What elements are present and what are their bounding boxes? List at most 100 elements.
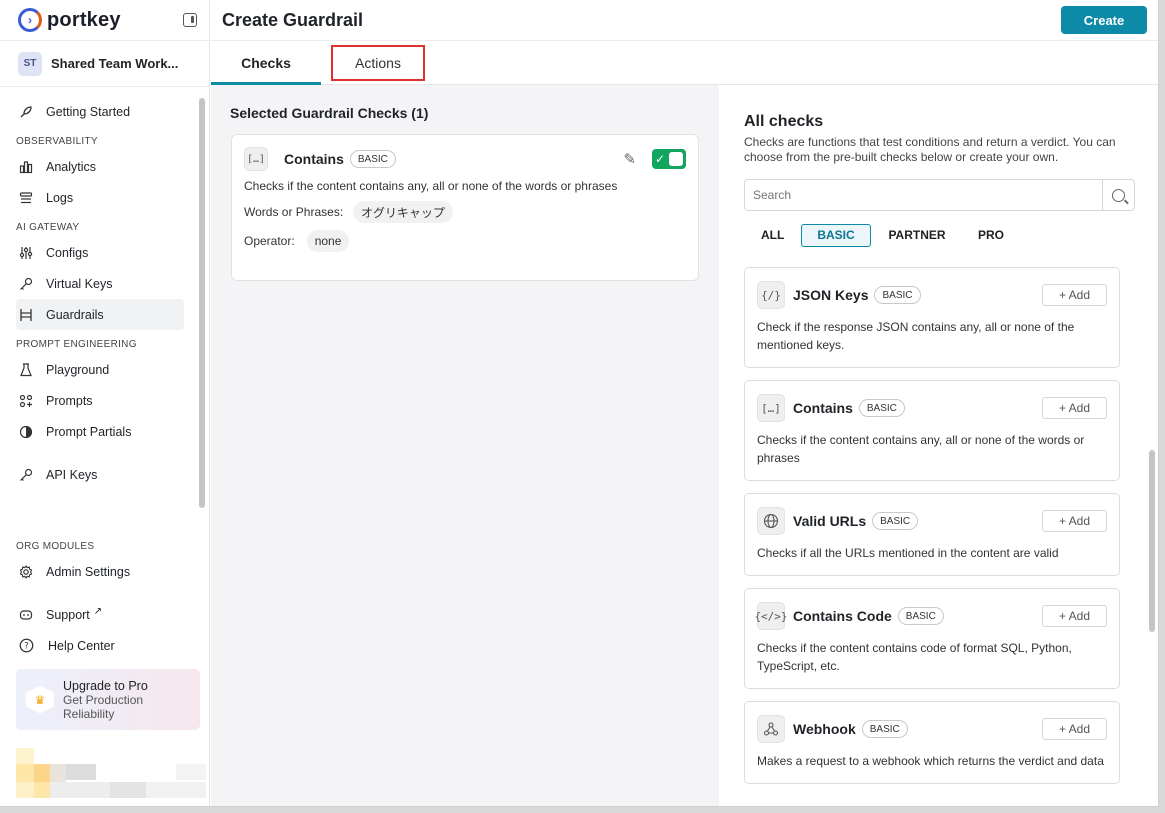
selected-checks-title: Selected Guardrail Checks (1)	[230, 105, 429, 121]
redacted-user-area	[16, 748, 206, 800]
check-description: Checks if the content contains any, all …	[757, 433, 1085, 465]
all-checks-description: Checks are functions that test condition…	[744, 135, 1116, 164]
check-name: Webhook	[793, 721, 856, 737]
words-label: Words or Phrases:	[244, 205, 344, 219]
selected-checks-pane: Selected Guardrail Checks (1) […] Contai…	[211, 85, 719, 806]
status-badge: BASIC	[872, 512, 919, 530]
support-icon	[18, 607, 34, 623]
logo-row: › portkey	[0, 0, 209, 41]
sidebar-item-label: Support	[46, 607, 90, 622]
list-item: {</>} Contains Code BASIC + Add Checks i…	[744, 588, 1120, 689]
check-name: Valid URLs	[793, 513, 867, 529]
sidebar-item-label: Virtual Keys	[46, 276, 113, 291]
sidebar-item-getting-started[interactable]: Getting Started	[0, 96, 184, 127]
portkey-logo-icon: ›	[18, 8, 42, 32]
selected-check-card: […] Contains BASIC ✎ ✓ Checks if the con…	[231, 134, 699, 281]
main-content: Create Guardrail Create Checks Actions S…	[211, 0, 1158, 806]
create-button[interactable]: Create	[1061, 6, 1147, 34]
configs-icon	[18, 245, 34, 261]
external-link-icon: ↗	[93, 606, 103, 617]
sidebar-item-analytics[interactable]: Analytics	[0, 151, 184, 182]
sidebar-item-playground[interactable]: Playground	[0, 354, 184, 385]
prompts-icon	[18, 393, 34, 409]
workspace-name: Shared Team Work...	[51, 56, 179, 71]
search-button[interactable]	[1102, 180, 1134, 210]
sidebar-item-prompt-partials[interactable]: Prompt Partials	[0, 416, 184, 447]
sidebar-item-label: Logs	[46, 190, 74, 205]
page-header: Create Guardrail Create	[211, 0, 1158, 41]
guardrails-icon	[18, 307, 34, 323]
sidebar-item-label: Help Center	[48, 638, 115, 653]
globe-icon	[757, 507, 785, 535]
filter-basic[interactable]: BASIC	[801, 223, 871, 247]
sidebar-item-label: Prompts	[46, 393, 93, 408]
key-icon	[18, 276, 34, 292]
add-check-button[interactable]: + Add	[1042, 718, 1107, 740]
sidebar-item-logs[interactable]: Logs	[0, 182, 184, 213]
words-value: オグリキャップ	[353, 201, 453, 223]
filter-all[interactable]: ALL	[744, 224, 801, 247]
logo-text: portkey	[47, 8, 121, 31]
sidebar-scrollbar[interactable]	[199, 98, 205, 508]
check-description: Makes a request to a webhook which retur…	[757, 754, 1104, 768]
workspace-switcher[interactable]: ST Shared Team Work...	[0, 41, 209, 87]
nav-section-title: OBSERVABILITY	[16, 136, 98, 147]
logs-icon	[18, 190, 34, 206]
sidebar-item-guardrails[interactable]: Guardrails	[16, 299, 184, 330]
filter-partner[interactable]: PARTNER	[871, 224, 963, 247]
selected-check-description: Checks if the content contains any, all …	[244, 179, 618, 193]
filter-pro[interactable]: PRO	[963, 224, 1019, 247]
nav-section-title: AI GATEWAY	[16, 222, 80, 233]
contains-icon: […]	[757, 394, 785, 422]
svg-text:?: ?	[24, 642, 29, 652]
partials-icon	[18, 424, 34, 440]
sidebar-item-configs[interactable]: Configs	[0, 237, 184, 268]
sidebar-item-support[interactable]: Support ↗	[0, 599, 184, 630]
check-enabled-toggle[interactable]: ✓	[652, 149, 686, 169]
key-icon	[18, 467, 34, 483]
upgrade-banner[interactable]: ♛ Upgrade to Pro Get Production Reliabil…	[16, 669, 200, 730]
sidebar-item-api-keys[interactable]: API Keys	[0, 459, 184, 490]
checks-scrollbar[interactable]	[1149, 450, 1155, 632]
check-description: Check if the response JSON contains any,…	[757, 320, 1075, 352]
all-checks-title: All checks	[744, 113, 824, 130]
status-badge: BASIC	[874, 286, 921, 304]
list-item: {/} JSON Keys BASIC + Add Check if the r…	[744, 267, 1120, 368]
contains-icon: […]	[244, 147, 268, 171]
upgrade-title: Upgrade to Pro	[63, 678, 148, 693]
help-icon: ?	[18, 638, 34, 654]
sidebar-item-label: Getting Started	[46, 104, 131, 119]
all-checks-pane: All checks Checks are functions that tes…	[720, 85, 1158, 806]
status-badge: BASIC	[897, 607, 944, 625]
nav-section-title: PROMPT ENGINEERING	[16, 339, 137, 350]
rocket-icon	[18, 104, 34, 120]
tab-actions[interactable]: Actions	[331, 45, 425, 81]
add-check-button[interactable]: + Add	[1042, 605, 1107, 627]
gear-icon	[18, 564, 34, 580]
sidebar-item-help-center[interactable]: ? Help Center	[0, 630, 184, 661]
search-input[interactable]	[745, 180, 1102, 210]
add-check-button[interactable]: + Add	[1042, 284, 1107, 306]
webhook-icon	[757, 715, 785, 743]
tab-checks[interactable]: Checks	[211, 41, 321, 85]
sidebar-item-admin-settings[interactable]: Admin Settings	[0, 556, 184, 587]
add-check-button[interactable]: + Add	[1042, 397, 1107, 419]
sidebar-item-label: Configs	[46, 245, 89, 260]
sidebar-collapse-icon[interactable]	[183, 13, 197, 27]
check-name: Contains Code	[793, 608, 892, 624]
sidebar-item-virtual-keys[interactable]: Virtual Keys	[0, 268, 184, 299]
upgrade-subtitle: Get Production Reliability	[63, 692, 144, 721]
sidebar-item-prompts[interactable]: Prompts	[0, 385, 184, 416]
checkmark-icon: ✓	[655, 152, 666, 166]
sidebar-item-label: Prompt Partials	[46, 424, 132, 439]
edit-pencil-icon[interactable]: ✎	[623, 150, 636, 168]
bar-chart-icon	[18, 159, 34, 175]
operator-value: none	[306, 230, 350, 252]
add-check-button[interactable]: + Add	[1042, 510, 1107, 532]
sidebar-item-label: Analytics	[46, 159, 97, 174]
nav-section-title: ORG MODULES	[16, 541, 95, 552]
list-item: […] Contains BASIC + Add Checks if the c…	[744, 380, 1120, 481]
list-item: Webhook BASIC + Add Makes a request to a…	[744, 701, 1120, 784]
sidebar-bottom: ORG MODULES Admin Settings Support ↗ ? H	[0, 528, 210, 730]
search-box	[744, 179, 1135, 211]
